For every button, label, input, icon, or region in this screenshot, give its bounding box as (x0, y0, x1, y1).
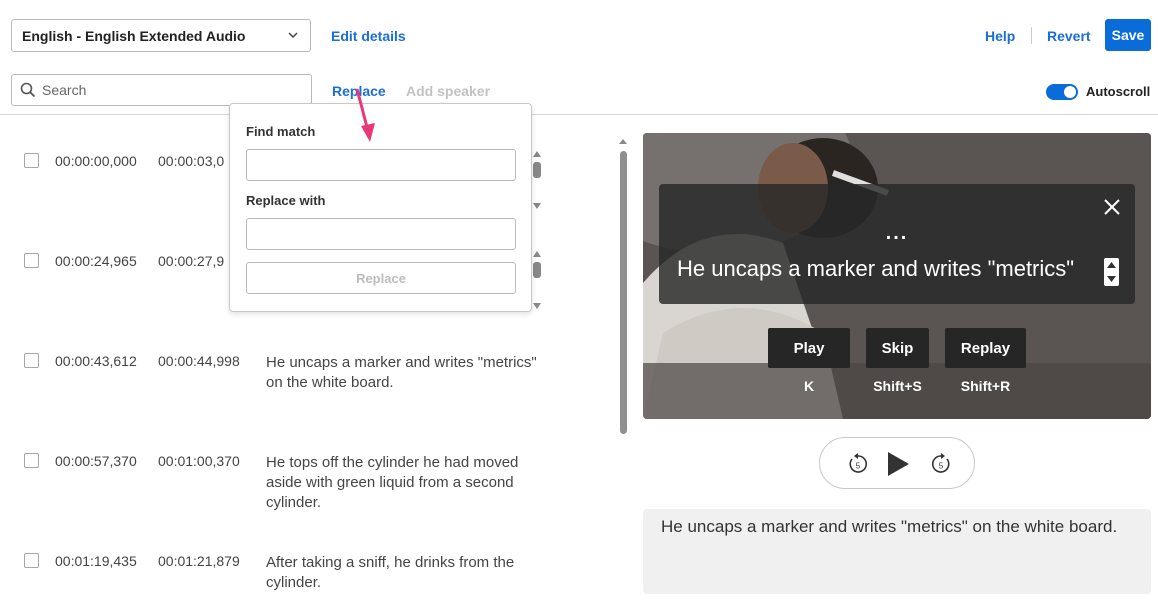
end-time[interactable]: 00:00:44,998 (158, 353, 240, 369)
edit-details-link[interactable]: Edit details (331, 28, 406, 44)
start-time[interactable]: 00:01:19,435 (55, 553, 137, 569)
row-checkbox[interactable] (24, 353, 39, 368)
replace-button[interactable]: Replace (246, 262, 516, 294)
transcript-text[interactable]: He tops off the cylinder he had moved as… (266, 453, 546, 513)
replace-with-input[interactable] (247, 219, 515, 249)
row-checkbox[interactable] (24, 153, 39, 168)
search-input[interactable] (42, 82, 292, 98)
search-box (11, 74, 312, 106)
replace-with-field[interactable] (246, 218, 516, 250)
scroll-thumb[interactable] (533, 262, 541, 278)
video-player[interactable]: ... He uncaps a marker and writes "metri… (643, 133, 1151, 419)
play-icon[interactable] (886, 451, 910, 477)
transcript-row: 00:00:43,612 00:00:44,998 He uncaps a ma… (0, 353, 560, 413)
revert-link[interactable]: Revert (1047, 28, 1091, 44)
scroll-arrows-icon (533, 251, 541, 309)
play-button[interactable]: Play (768, 328, 850, 368)
end-time[interactable]: 00:00:27,9 (158, 253, 224, 269)
start-time[interactable]: 00:00:43,612 (55, 353, 137, 369)
row-scrollbar[interactable] (531, 148, 543, 210)
add-speaker-link[interactable]: Add speaker (406, 83, 490, 99)
forward-5-icon[interactable]: 5 (929, 452, 953, 476)
rewind-5-icon[interactable]: 5 (846, 452, 870, 476)
autoscroll-label: Autoscroll (1086, 84, 1151, 99)
overlay-caption: He uncaps a marker and writes "metrics" (677, 256, 1075, 281)
find-match-field[interactable] (246, 149, 516, 181)
end-time[interactable]: 00:00:03,0 (158, 153, 224, 169)
language-select[interactable]: English - English Extended Audio (11, 19, 311, 52)
start-time[interactable]: 00:00:57,370 (55, 453, 137, 469)
row-checkbox[interactable] (24, 553, 39, 568)
scroll-arrows-icon (533, 151, 541, 209)
scroll-up-icon (619, 139, 627, 144)
scroll-thumb[interactable] (533, 162, 541, 178)
help-link[interactable]: Help (985, 28, 1015, 44)
transcript-scrollbar[interactable] (616, 134, 630, 610)
end-time[interactable]: 00:01:21,879 (158, 553, 240, 569)
autoscroll-toggle[interactable] (1046, 84, 1078, 100)
language-select-value: English - English Extended Audio (22, 27, 246, 44)
start-time[interactable]: 00:00:24,965 (55, 253, 137, 269)
skip-shortcut: Shift+S (873, 378, 922, 394)
replay-button[interactable]: Replay (945, 328, 1026, 368)
header-divider (0, 114, 1158, 115)
transcript-text[interactable]: He uncaps a marker and writes "metrics" … (266, 353, 546, 393)
skip-button[interactable]: Skip (866, 328, 929, 368)
row-checkbox[interactable] (24, 253, 39, 268)
replay-shortcut: Shift+R (960, 378, 1011, 394)
forward-seconds: 5 (939, 462, 944, 471)
end-time[interactable]: 00:01:00,370 (158, 453, 240, 469)
row-checkbox[interactable] (24, 453, 39, 468)
scroll-thumb[interactable] (620, 151, 627, 434)
transcript-row: 00:00:57,370 00:01:00,370 He tops off th… (0, 453, 560, 513)
find-match-label: Find match (246, 124, 316, 139)
rewind-seconds: 5 (856, 462, 861, 471)
search-icon (20, 82, 36, 98)
chevron-down-icon (288, 32, 298, 39)
overlay-dots: ... (885, 222, 909, 244)
transcript-row: 00:01:19,435 00:01:21,879 After taking a… (0, 553, 560, 610)
row-scrollbar[interactable] (531, 248, 543, 310)
replace-with-label: Replace with (246, 193, 326, 208)
play-shortcut: K (803, 378, 815, 394)
annotation-arrow-icon (355, 88, 375, 142)
save-button[interactable]: Save (1105, 19, 1151, 51)
player-controls: 5 5 (819, 437, 975, 489)
start-time[interactable]: 00:00:00,000 (55, 153, 137, 169)
divider (1031, 27, 1032, 44)
description-text[interactable]: He uncaps a marker and writes "metrics" … (643, 509, 1151, 594)
find-match-input[interactable] (247, 150, 515, 180)
caption-stepper[interactable] (1104, 258, 1119, 286)
stepper-arrows-icon (1107, 262, 1116, 282)
close-icon[interactable] (1103, 198, 1121, 216)
transcript-text[interactable]: After taking a sniff, he drinks from the… (266, 553, 546, 593)
caption-overlay: ... He uncaps a marker and writes "metri… (659, 184, 1135, 304)
